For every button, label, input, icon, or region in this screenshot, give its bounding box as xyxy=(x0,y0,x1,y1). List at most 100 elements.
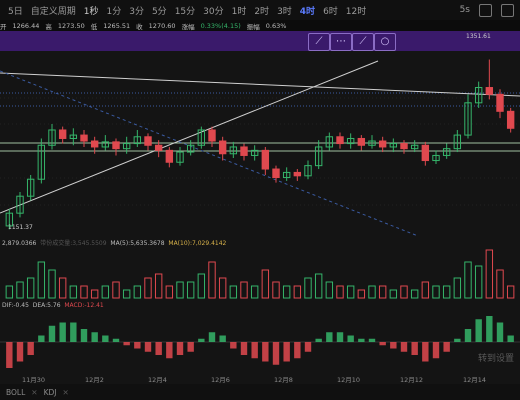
candle-body xyxy=(58,129,67,139)
tab-4[interactable]: 3分 xyxy=(129,4,144,17)
volume-bar xyxy=(346,285,355,299)
volume-bar xyxy=(69,285,78,299)
macd-bar xyxy=(240,342,248,355)
trend-line xyxy=(0,60,379,214)
macd-bar xyxy=(230,342,237,349)
volume-bar xyxy=(496,269,504,299)
tab-5[interactable]: 5分 xyxy=(152,4,167,17)
macd-bar xyxy=(208,332,216,342)
tab-10[interactable]: 3时 xyxy=(277,4,292,17)
volume-bar xyxy=(378,285,387,299)
candle-body xyxy=(336,136,344,145)
dash-tool-icon[interactable]: ⋯ xyxy=(330,33,352,51)
candle-body xyxy=(485,87,494,95)
tab-1[interactable]: 自定义周期 xyxy=(31,4,76,17)
macd-bar xyxy=(187,342,194,352)
menu-icon[interactable] xyxy=(501,3,514,17)
x-tick-label: 12月14 xyxy=(463,376,487,384)
macd-bar xyxy=(475,319,482,342)
candle-body xyxy=(112,141,120,150)
candle-body xyxy=(378,140,387,148)
tab-interval-right[interactable]: 5s xyxy=(460,5,470,15)
tab-8[interactable]: 1时 xyxy=(232,4,247,17)
tab-3[interactable]: 1分 xyxy=(106,4,121,17)
candle-body xyxy=(272,168,280,179)
tab-7[interactable]: 30分 xyxy=(203,4,223,17)
circle-tool-icon[interactable]: ○ xyxy=(374,33,396,51)
macd-bar xyxy=(443,342,450,352)
tab-6[interactable]: 15分 xyxy=(175,4,195,17)
volume-bar xyxy=(325,281,334,299)
macd-bar xyxy=(262,342,269,362)
volume-bar xyxy=(48,269,56,299)
volume-bar xyxy=(112,281,120,299)
volume-bar xyxy=(485,249,494,299)
macd-bar xyxy=(422,342,429,362)
volume-bar xyxy=(80,285,88,299)
volume-bar xyxy=(5,285,14,299)
macd-bar xyxy=(123,342,130,346)
high-price-label: 1351.61 xyxy=(466,33,491,40)
camera-icon[interactable] xyxy=(479,3,492,17)
macd-bar xyxy=(336,332,344,342)
macd-bar xyxy=(358,338,365,342)
candle-body xyxy=(90,140,99,148)
macd-bar xyxy=(379,342,386,346)
volume-bar xyxy=(208,261,216,299)
macd-bar xyxy=(464,329,472,342)
macd-value: MACD:-12.41 xyxy=(64,302,104,309)
macd-bar xyxy=(219,335,226,342)
volume-bar xyxy=(133,285,142,299)
volume-bar xyxy=(197,273,206,299)
volume-bar xyxy=(410,289,419,299)
ma10-value: MA(10):7,029.4142 xyxy=(168,240,227,247)
ray-tool-icon[interactable]: ⟋ xyxy=(352,33,374,51)
candle-body xyxy=(357,137,366,146)
tab-0[interactable]: 5日 xyxy=(8,4,23,17)
tab-2[interactable]: 1秒 xyxy=(84,4,99,17)
candle-body xyxy=(240,146,248,156)
period-tab-bar: 5日 自定义周期 1秒 1分 3分 5分 15分 30分 1时 2时 3时 4时 6时 12时 5s xyxy=(0,0,520,20)
volume-bar xyxy=(453,277,462,299)
close-value: 1270.60 xyxy=(148,21,176,30)
candle-body xyxy=(80,134,88,142)
macd-bar xyxy=(198,338,205,342)
candle-body xyxy=(496,93,504,112)
volume-bar xyxy=(304,277,312,299)
macd-bar xyxy=(400,342,408,352)
macd-bar xyxy=(496,322,504,342)
amplitude-label: 振幅 xyxy=(246,22,260,31)
candle-body xyxy=(293,171,302,177)
kdj-tab[interactable]: KDJ xyxy=(44,388,57,397)
ohlc-info-bar: 开 1266.44 高 1273.50 低 1265.51 收 1270.60 涨幅 0.… xyxy=(0,20,520,31)
volume-bar xyxy=(154,273,163,299)
high-label: 高 xyxy=(45,22,52,31)
macd-bar xyxy=(134,342,141,349)
volume-mid: 带份成交量:3,545.5509 xyxy=(40,240,107,247)
tab-11[interactable]: 4时 xyxy=(300,4,315,17)
macd-bar xyxy=(486,316,493,342)
candlestick-chart[interactable] xyxy=(0,51,520,236)
volume-bar xyxy=(272,281,280,299)
settings-watermark: 转到设置 xyxy=(477,354,514,364)
candle-body xyxy=(421,144,430,162)
macd-bar xyxy=(326,332,333,342)
tab-9[interactable]: 2时 xyxy=(254,4,269,17)
macd-bar xyxy=(102,335,109,342)
volume-bar xyxy=(421,281,430,299)
macd-bar xyxy=(283,342,290,362)
boll-tab[interactable]: BOLL xyxy=(6,388,25,397)
close-icon[interactable]: ✕ xyxy=(31,388,37,397)
macd-bar xyxy=(155,342,162,355)
candle-body xyxy=(218,140,227,155)
close-icon[interactable]: ✕ xyxy=(62,388,68,397)
change-value: 0.33%(4.15) xyxy=(200,21,241,30)
volume-bar xyxy=(144,277,152,299)
tab-13[interactable]: 12时 xyxy=(346,4,366,17)
volume-bar xyxy=(432,285,440,299)
low-value: 1265.51 xyxy=(103,21,131,30)
line-tool-icon[interactable]: ⟋ xyxy=(308,33,330,51)
macd-bar xyxy=(347,335,354,342)
tab-12[interactable]: 6时 xyxy=(323,4,338,17)
open-value: 1266.44 xyxy=(12,21,40,30)
